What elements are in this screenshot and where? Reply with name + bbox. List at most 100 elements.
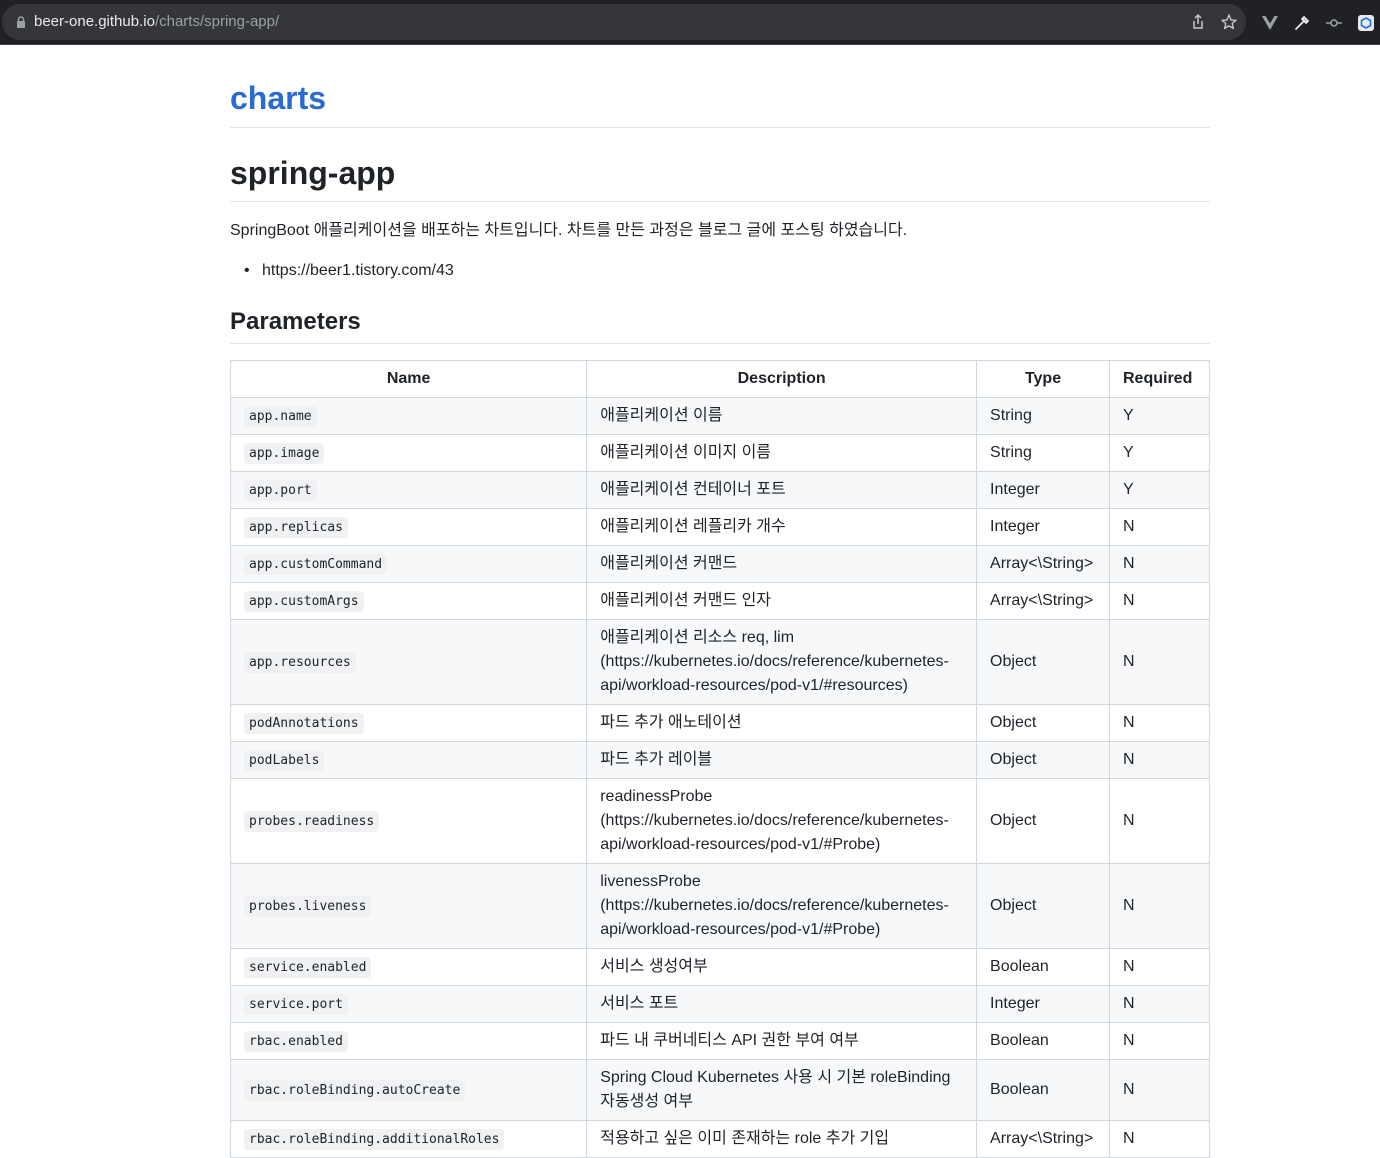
header-type: Type xyxy=(976,360,1110,398)
param-type: Boolean xyxy=(976,1022,1110,1060)
browser-toolbar: beer-one.github.io/charts/spring-app/ xyxy=(0,0,1380,45)
param-description: 애플리케이션 커맨드 xyxy=(586,545,978,583)
param-type: Object xyxy=(976,619,1110,705)
param-name: probes.liveness xyxy=(244,895,372,917)
param-required: Y xyxy=(1109,397,1210,435)
param-name: rbac.roleBinding.autoCreate xyxy=(244,1079,466,1101)
param-name: app.resources xyxy=(244,651,356,673)
param-required: N xyxy=(1109,508,1210,546)
param-description: 서비스 포트 xyxy=(586,985,978,1023)
param-description: readinessProbe (https://kubernetes.io/do… xyxy=(586,778,978,864)
param-name-cell: app.name xyxy=(229,397,588,435)
url-text[interactable]: beer-one.github.io/charts/spring-app/ xyxy=(34,13,279,31)
param-description: 파드 추가 애노테이션 xyxy=(586,704,978,742)
param-description: 애플리케이션 커맨드 인자 xyxy=(586,582,978,620)
param-name-cell: podAnnotations xyxy=(229,704,588,742)
param-name: app.port xyxy=(244,479,317,501)
vue-devtools-icon[interactable] xyxy=(1260,13,1280,33)
param-required: N xyxy=(1109,985,1210,1023)
table-row: service.enabled 서비스 생성여부 Boolean N xyxy=(229,948,1210,986)
commit-icon[interactable] xyxy=(1324,13,1344,33)
param-name: service.enabled xyxy=(244,956,372,978)
param-required: N xyxy=(1109,704,1210,742)
param-type: String xyxy=(976,434,1110,472)
address-bar[interactable]: beer-one.github.io/charts/spring-app/ xyxy=(2,4,1246,40)
param-name: probes.readiness xyxy=(244,810,380,832)
table-row: app.name 애플리케이션 이름 String Y xyxy=(229,397,1210,435)
param-name: service.port xyxy=(244,993,348,1015)
param-type: Integer xyxy=(976,508,1110,546)
table-row: app.port 애플리케이션 컨테이너 포트 Integer Y xyxy=(229,471,1210,509)
param-name-cell: rbac.enabled xyxy=(229,1022,588,1060)
param-type: Object xyxy=(976,741,1110,779)
param-type: Boolean xyxy=(976,948,1110,986)
table-row: rbac.roleBinding.additionalRoles 적용하고 싶은 … xyxy=(229,1120,1210,1158)
param-type: Array<\String> xyxy=(976,545,1110,583)
param-name-cell: app.replicas xyxy=(229,508,588,546)
param-required: Y xyxy=(1109,471,1210,509)
divider xyxy=(230,127,1210,128)
param-required: N xyxy=(1109,948,1210,986)
header-name: Name xyxy=(229,360,588,398)
param-description: 애플리케이션 이름 xyxy=(586,397,978,435)
param-type: Boolean xyxy=(976,1059,1110,1121)
table-row: podLabels 파드 추가 레이블 Object N xyxy=(229,741,1210,779)
param-type: Array<\String> xyxy=(976,582,1110,620)
param-name-cell: rbac.roleBinding.additionalRoles xyxy=(229,1120,588,1158)
param-name: app.image xyxy=(244,442,325,464)
param-required: N xyxy=(1109,619,1210,705)
star-icon[interactable] xyxy=(1220,13,1238,31)
param-required: N xyxy=(1109,1120,1210,1158)
header-description: Description xyxy=(586,360,978,398)
param-name-cell: app.customCommand xyxy=(229,545,588,583)
table-row: probes.readiness readinessProbe (https://… xyxy=(229,778,1210,864)
param-name: app.name xyxy=(244,405,317,427)
param-description: 애플리케이션 이미지 이름 xyxy=(586,434,978,472)
param-name: rbac.roleBinding.additionalRoles xyxy=(244,1128,505,1150)
param-name-cell: app.image xyxy=(229,434,588,472)
param-name: rbac.enabled xyxy=(244,1030,348,1052)
param-type: Object xyxy=(976,704,1110,742)
table-row: rbac.roleBinding.autoCreate Spring Cloud … xyxy=(229,1059,1210,1121)
extension-icon[interactable] xyxy=(1356,13,1376,33)
param-description: 애플리케이션 레플리카 개수 xyxy=(586,508,978,546)
eyedropper-icon[interactable] xyxy=(1292,13,1312,33)
table-row: podAnnotations 파드 추가 애노테이션 Object N xyxy=(229,704,1210,742)
param-description: livenessProbe (https://kubernetes.io/doc… xyxy=(586,863,978,949)
param-name: podLabels xyxy=(244,749,325,771)
param-type: Integer xyxy=(976,985,1110,1023)
param-name-cell: rbac.roleBinding.autoCreate xyxy=(229,1059,588,1121)
param-type: Object xyxy=(976,778,1110,864)
section-title-parameters: Parameters xyxy=(230,308,361,335)
page-title: spring-app xyxy=(230,155,396,191)
param-name: app.customArgs xyxy=(244,590,364,612)
parameters-table: Name Description Type Required app.name 애… xyxy=(229,360,1210,1158)
param-name: podAnnotations xyxy=(244,712,364,734)
param-required: N xyxy=(1109,1059,1210,1121)
divider xyxy=(230,343,1210,344)
table-row: app.customCommand 애플리케이션 커맨드 Array<\String… xyxy=(229,545,1210,583)
table-row: service.port 서비스 포트 Integer N xyxy=(229,985,1210,1023)
param-name-cell: podLabels xyxy=(229,741,588,779)
param-name-cell: probes.readiness xyxy=(229,778,588,864)
param-name-cell: probes.liveness xyxy=(229,863,588,949)
param-description: 적용하고 싶은 이미 존재하는 role 추가 기입 xyxy=(586,1120,978,1158)
blog-link[interactable]: https://beer1.tistory.com/43 xyxy=(262,262,454,279)
site-title-link[interactable]: charts xyxy=(230,79,326,117)
url-host: beer-one.github.io xyxy=(34,13,155,30)
param-name-cell: app.customArgs xyxy=(229,582,588,620)
table-header-row: Name Description Type Required xyxy=(229,360,1210,398)
param-name-cell: app.resources xyxy=(229,619,588,705)
list-item: https://beer1.tistory.com/43 xyxy=(244,259,454,283)
share-icon[interactable] xyxy=(1189,13,1207,31)
param-required: N xyxy=(1109,741,1210,779)
param-required: N xyxy=(1109,1022,1210,1060)
param-type: Object xyxy=(976,863,1110,949)
table-row: app.image 애플리케이션 이미지 이름 String Y xyxy=(229,434,1210,472)
param-required: N xyxy=(1109,863,1210,949)
lock-icon[interactable] xyxy=(14,15,28,29)
param-required: N xyxy=(1109,582,1210,620)
param-name-cell: service.enabled xyxy=(229,948,588,986)
param-required: N xyxy=(1109,545,1210,583)
table-row: app.replicas 애플리케이션 레플리카 개수 Integer N xyxy=(229,508,1210,546)
